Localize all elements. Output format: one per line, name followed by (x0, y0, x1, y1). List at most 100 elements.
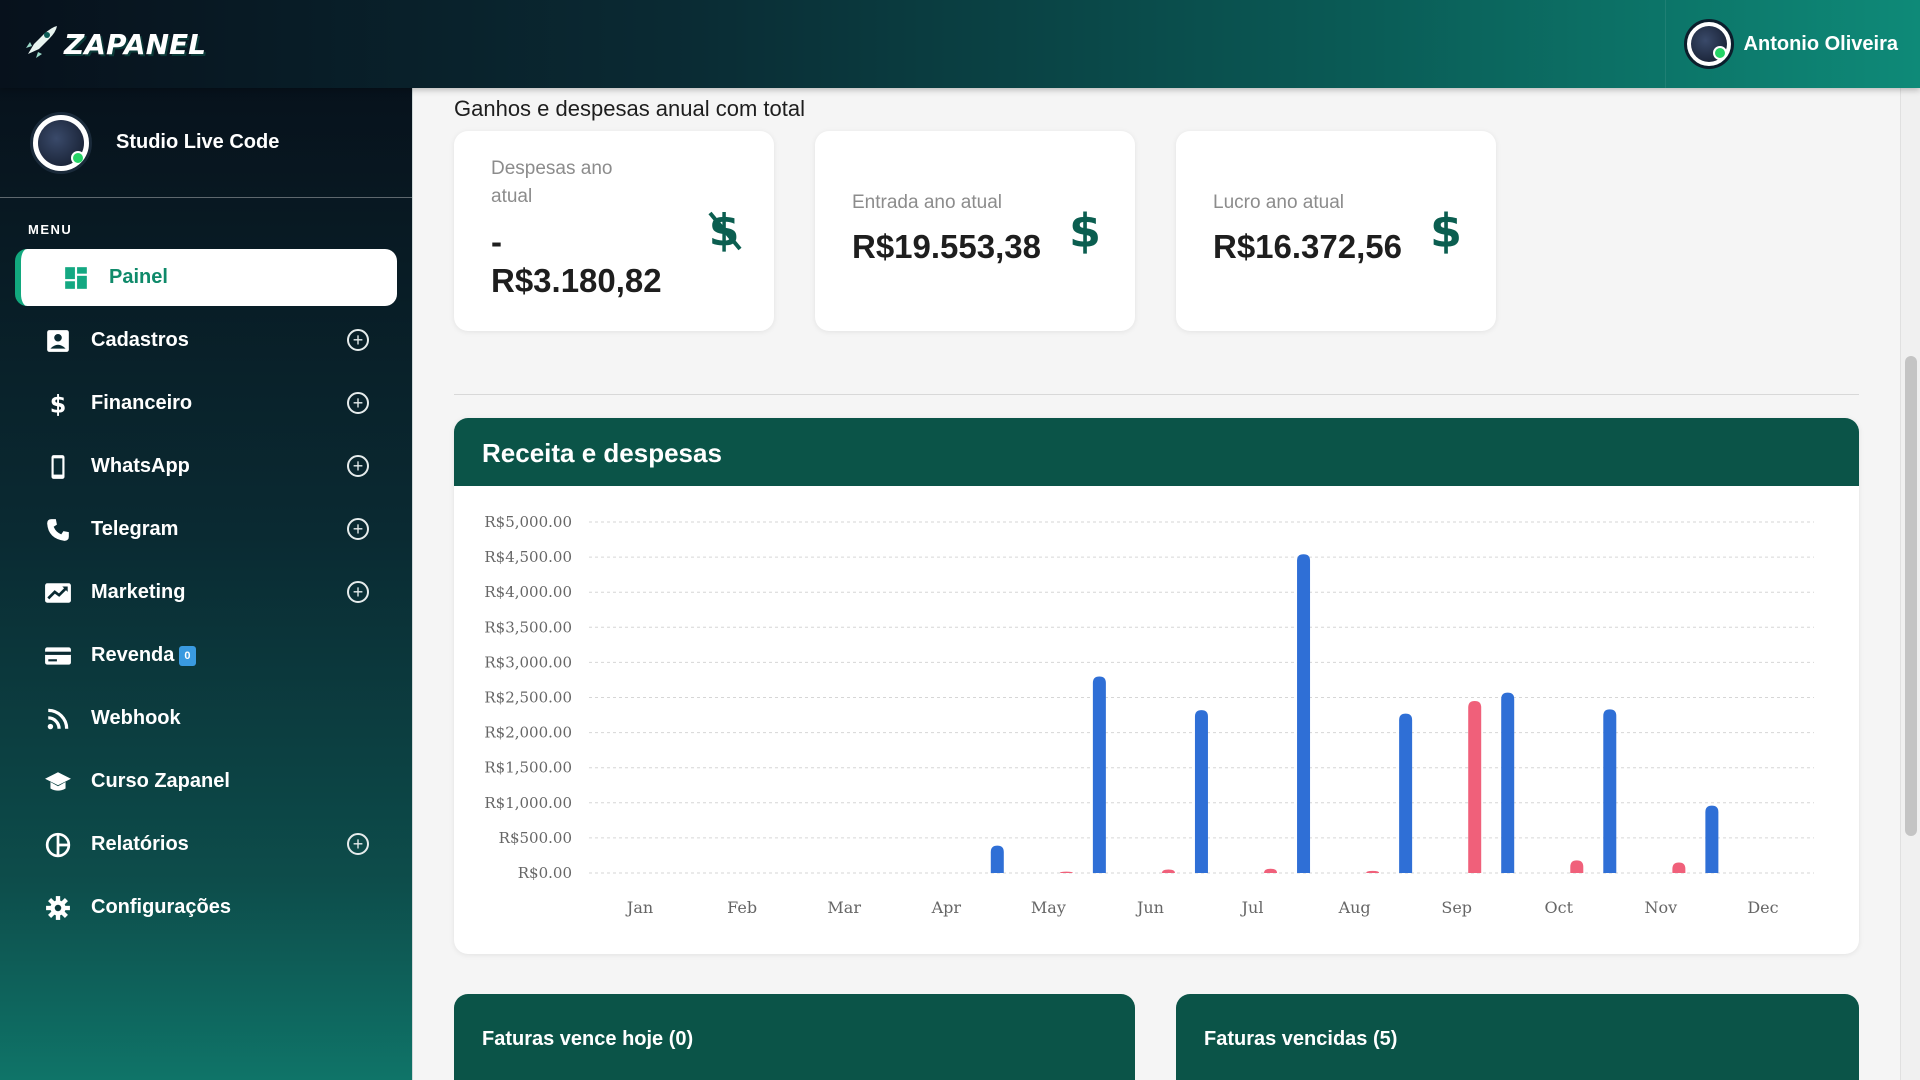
card-label: Entrada ano atual (852, 192, 1003, 213)
x-tick-label: Dec (1747, 898, 1778, 917)
sidebar-item-label: Curso Zapanel (91, 770, 230, 792)
sidebar-item-revenda[interactable]: Revenda 0 (15, 627, 397, 684)
sidebar-item-telegram[interactable]: Telegram + (15, 501, 397, 558)
menu-label: MENU (28, 222, 73, 237)
phone-handset-icon (43, 515, 73, 545)
chart-bar[interactable] (1092, 676, 1106, 873)
svg-text:$: $ (1069, 205, 1101, 255)
expand-plus-icon[interactable]: + (347, 455, 369, 477)
sidebar-item-label: Configurações (91, 896, 232, 918)
y-tick-label: R$3,500.00 (484, 618, 572, 636)
sidebar-item-label: Webhook (91, 707, 181, 729)
card-label: atual (491, 186, 533, 207)
expand-plus-icon[interactable]: + (347, 833, 369, 855)
x-tick-label: Jul (1240, 898, 1264, 917)
income-card: Entrada ano atual R$19.553,38 $ (815, 131, 1135, 331)
profile-name: Studio Live Code (116, 131, 280, 153)
chart-title: Receita e despesas (454, 418, 1859, 486)
sidebar: Studio Live Code MENU Painel Cadastros +… (0, 88, 413, 1080)
phone-device-icon (43, 452, 73, 482)
expand-plus-icon[interactable]: + (347, 581, 369, 603)
sidebar-item-label: Marketing (91, 581, 186, 603)
y-tick-label: R$4,500.00 (484, 548, 572, 566)
dollar-icon: $ (43, 389, 73, 419)
dollar-icon: $ (1065, 205, 1105, 255)
sidebar-item-webhook[interactable]: Webhook (15, 690, 397, 747)
y-tick-label: R$4,000.00 (484, 583, 572, 601)
divider (454, 394, 1859, 395)
profit-card: Lucro ano atual R$16.372,56 $ (1176, 131, 1496, 331)
expenses-card: Despesas ano atual - R$3.180,82 $ (454, 131, 774, 331)
x-tick-label: May (1031, 898, 1066, 917)
card-value: R$16.372,56 (1213, 228, 1402, 265)
card-value: - (491, 223, 502, 260)
scrollbar-thumb[interactable] (1905, 356, 1917, 836)
invoices-due-today-card: Faturas vence hoje (0) (454, 994, 1135, 1080)
y-tick-label: R$2,500.00 (484, 689, 572, 707)
chart-bar[interactable] (1468, 701, 1482, 873)
section-title: Ganhos e despesas anual com total (454, 96, 806, 121)
dashboard-icon (61, 263, 91, 293)
credit-card-icon (43, 641, 73, 671)
sidebar-item-label: WhatsApp (91, 455, 190, 477)
chart-bar[interactable] (1399, 713, 1413, 873)
chart-bar[interactable] (1059, 871, 1073, 873)
expand-plus-icon[interactable]: + (347, 518, 369, 540)
sidebar-item-cadastros[interactable]: Cadastros + (15, 312, 397, 369)
chart-bar[interactable] (1501, 692, 1515, 873)
trending-icon (43, 578, 73, 608)
revenue-expenses-chart: R$0.00 R$500.00 R$1,000.00 R$1,500.00 R$2,00… (484, 513, 1814, 917)
y-tick-label: R$2,000.00 (484, 724, 572, 742)
main-content: Ganhos e despesas anual com total Despes… (414, 88, 1900, 1080)
sidebar-item-label: Telegram (91, 518, 179, 540)
chart-bar[interactable] (1603, 709, 1617, 873)
user-name: Antonio Oliveira (1743, 32, 1898, 55)
x-tick-label: Sep (1441, 898, 1472, 917)
chart-bar[interactable] (1672, 862, 1686, 873)
expand-plus-icon[interactable]: + (347, 329, 369, 351)
y-tick-label: R$5,000.00 (484, 513, 572, 531)
y-tick-label: R$1,000.00 (484, 794, 572, 812)
x-tick-label: Apr (931, 898, 962, 917)
sidebar-item-relatorios[interactable]: Relatórios + (15, 816, 397, 873)
card-value: R$19.553,38 (852, 228, 1041, 265)
chart-bar[interactable] (1705, 805, 1719, 873)
x-tick-label: Mar (827, 898, 861, 917)
sidebar-item-label: Financeiro (91, 392, 193, 414)
y-tick-label: R$500.00 (499, 829, 572, 847)
y-tick-label: R$0.00 (518, 864, 572, 882)
expand-plus-icon[interactable]: + (347, 392, 369, 414)
x-tick-label: Aug (1338, 898, 1371, 917)
revenda-count-badge: 0 (179, 645, 196, 666)
scrollbar[interactable] (1900, 88, 1920, 1080)
pie-chart-icon (43, 830, 73, 860)
sidebar-item-label: Cadastros (91, 329, 189, 351)
user-menu[interactable]: Antonio Oliveira (1664, 0, 1898, 88)
sidebar-nav: Painel Cadastros + $ Financeiro + WhatsA… (0, 249, 412, 936)
chart-bar[interactable] (1570, 860, 1584, 873)
x-tick-label: Feb (727, 898, 757, 917)
y-tick-label: R$1,500.00 (484, 759, 572, 777)
sidebar-item-financeiro[interactable]: $ Financeiro + (15, 375, 397, 432)
sidebar-item-curso-zapanel[interactable]: Curso Zapanel (15, 753, 397, 810)
chart-bar[interactable] (990, 845, 1004, 873)
sidebar-item-configuracoes[interactable]: Configurações (15, 879, 397, 936)
chart-bar[interactable] (1366, 870, 1380, 873)
sidebar-profile: Studio Live Code (0, 88, 412, 198)
app-logo[interactable]: ZAPANEL (20, 22, 206, 66)
card-label: Lucro ano atual (1213, 192, 1344, 213)
sidebar-item-painel[interactable]: Painel (15, 249, 397, 306)
user-avatar (1683, 19, 1734, 69)
svg-text:$: $ (1430, 205, 1462, 255)
graduation-cap-icon (43, 767, 73, 797)
chart-bar[interactable] (1161, 869, 1175, 873)
chart-bar[interactable] (1194, 710, 1208, 873)
sidebar-item-marketing[interactable]: Marketing + (15, 564, 397, 621)
svg-text:$: $ (50, 391, 67, 417)
chart-bar[interactable] (1264, 868, 1278, 873)
x-tick-label: Jan (625, 898, 653, 917)
invoices-overdue-card: Faturas vencidas (5) (1176, 994, 1859, 1080)
invoices-overdue-title: Faturas vencidas (5) (1204, 1028, 1398, 1050)
chart-bar[interactable] (1297, 554, 1311, 873)
sidebar-item-whatsapp[interactable]: WhatsApp + (15, 438, 397, 495)
